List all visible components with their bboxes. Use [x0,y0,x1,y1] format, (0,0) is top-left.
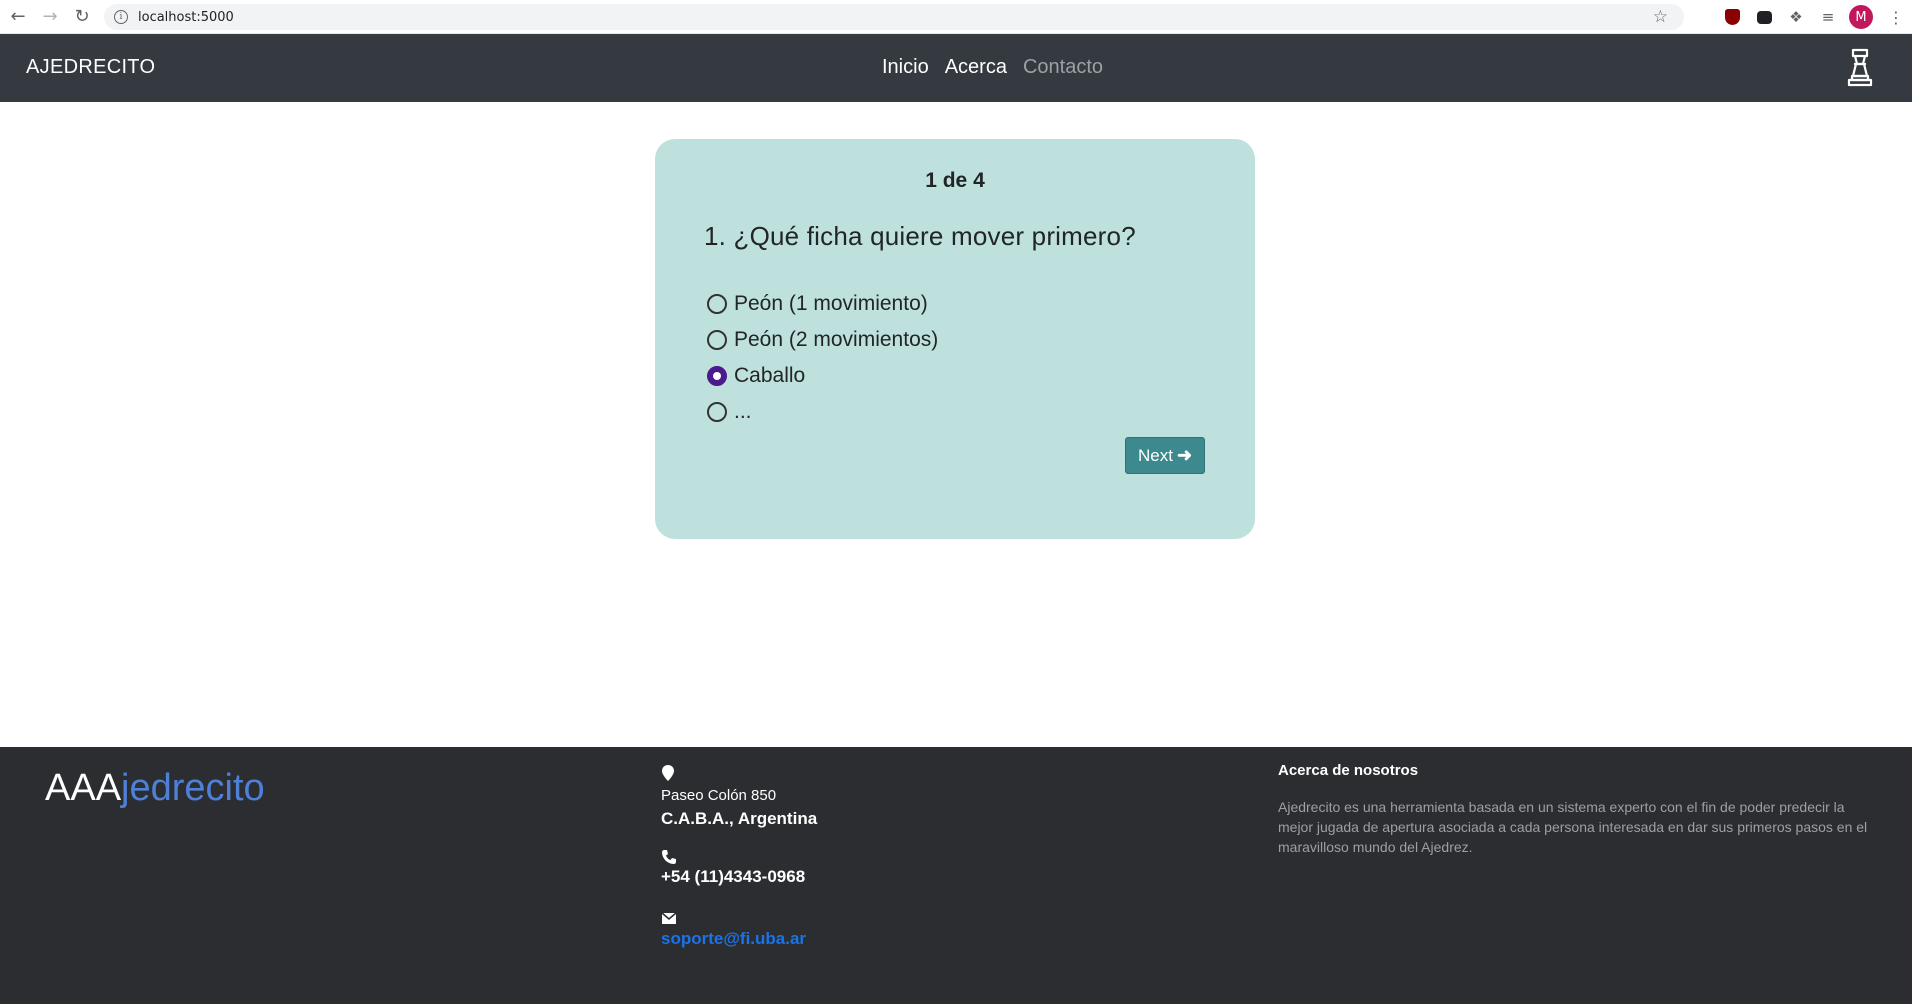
next-button-label[interactable]: Next [1138,446,1173,466]
forward-arrow-icon[interactable]: → [34,0,66,34]
support-email-link[interactable]: soporte@fi.uba.ar [661,929,806,948]
radio-button-selected[interactable] [707,366,727,386]
browser-toolbar: ← → ↻ i localhost:5000 ☆ ❖ ≡ M ⋮ [0,0,1912,34]
about-section: Acerca de nosotros Ajedrecito es una her… [1278,762,1868,857]
answer-option-label[interactable]: ... [734,400,752,424]
radio-button[interactable] [707,330,727,350]
extensions-puzzle-icon[interactable]: ❖ [1785,6,1807,28]
answer-options: Peón (1 movimiento) Peón (2 movimientos)… [707,286,938,430]
envelope-icon [661,912,677,924]
answer-option[interactable]: Peón (1 movimiento) [707,286,938,322]
navbar-brand[interactable]: AJEDRECITO [26,56,155,79]
question-title: 1. ¿Qué ficha quiere mover primero? [704,221,1136,251]
nav-links: Inicio Acerca Contacto [882,56,1103,79]
about-title: Acerca de nosotros [1278,762,1419,779]
nav-link-acerca[interactable]: Acerca [945,56,1007,79]
profile-avatar[interactable]: M [1849,5,1873,29]
phone-number: +54 (11)4343-0968 [661,867,806,886]
ublock-extension-icon[interactable] [1721,6,1743,28]
radio-button[interactable] [707,402,727,422]
question-counter: 1 de 4 [925,169,985,192]
ghostery-extension-icon[interactable] [1753,6,1775,28]
answer-option[interactable]: Peón (2 movimientos) [707,322,938,358]
chess-piece-icon[interactable] [1846,48,1874,88]
nav-link-inicio[interactable]: Inicio [882,56,929,79]
back-arrow-icon[interactable]: ← [2,0,34,34]
address-line-1: Paseo Colón 850 [661,787,777,804]
reading-list-icon[interactable]: ≡ [1817,6,1839,28]
answer-option-label[interactable]: Peón (2 movimientos) [734,328,938,352]
answer-option-label[interactable]: Caballo [734,364,805,388]
footer-logo: AAAjedrecito [45,767,265,810]
footer-logo-prefix: AAA [45,767,122,809]
contact-info: Paseo Colón 850 C.A.B.A., Argentina +54 … [661,763,817,949]
site-navbar: AJEDRECITO Inicio Acerca Contacto [0,34,1912,102]
site-footer: AAAjedrecito Paseo Colón 850 C.A.B.A., A… [0,747,1912,1004]
url-text[interactable]: localhost:5000 [138,10,234,25]
bookmark-star-icon[interactable]: ☆ [1653,7,1668,27]
answer-option[interactable]: Caballo [707,358,938,394]
nav-link-contacto[interactable]: Contacto [1023,56,1103,79]
reload-icon[interactable]: ↻ [66,0,98,34]
about-text: Ajedrecito es una herramienta basada en … [1278,799,1868,855]
browser-menu-icon[interactable]: ⋮ [1885,6,1907,28]
footer-logo-suffix: jedrecito [121,767,265,809]
radio-button[interactable] [707,294,727,314]
answer-option-label[interactable]: Peón (1 movimiento) [734,292,928,316]
map-marker-icon [662,765,674,781]
site-info-icon[interactable]: i [114,10,128,24]
answer-option[interactable]: ... [707,394,938,430]
address-line-2: C.A.B.A., Argentina [661,809,818,828]
quiz-card: 1 de 4 1. ¿Qué ficha quiere mover primer… [655,139,1255,539]
address-bar[interactable]: i localhost:5000 ☆ [104,4,1684,30]
arrow-right-icon[interactable]: ➜ [1177,445,1192,466]
phone-icon [662,850,676,864]
next-button[interactable]: Next ➜ [1125,437,1205,474]
